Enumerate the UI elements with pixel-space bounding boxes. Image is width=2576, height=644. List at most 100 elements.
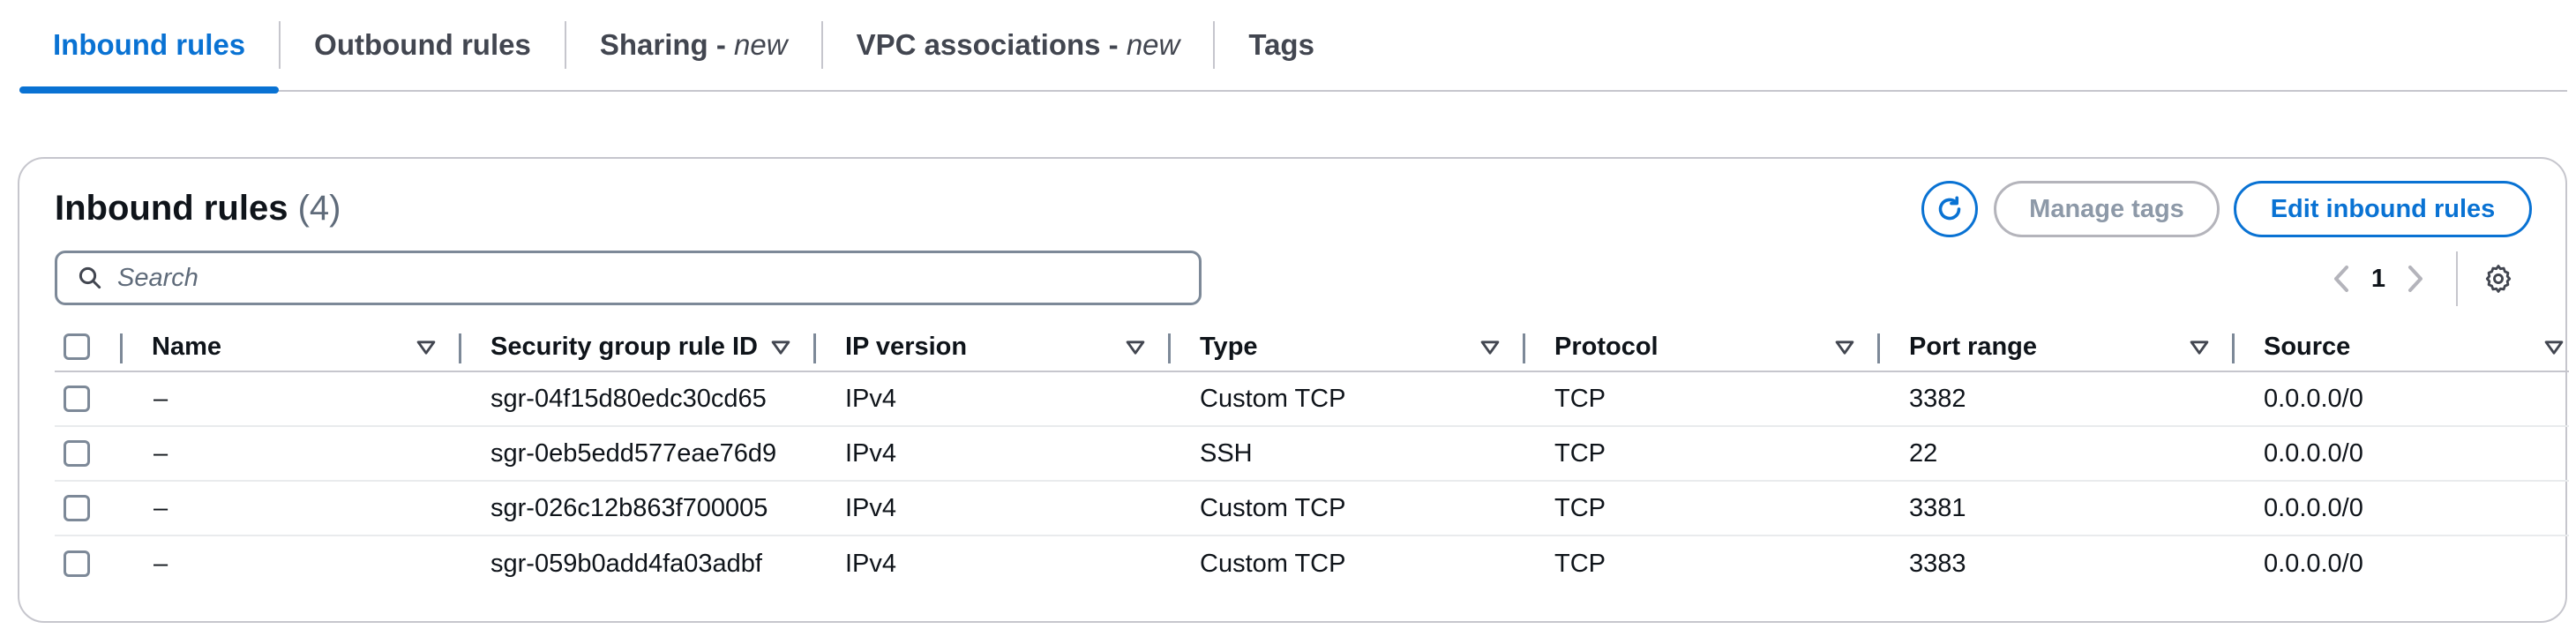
- table-header: Name Security group rule ID IP version T…: [55, 323, 2569, 372]
- table-row[interactable]: – sgr-0eb5edd577eae76d9 IPv4 SSH TCP 22 …: [55, 427, 2569, 482]
- search-box: [55, 251, 1202, 305]
- cell-type: SSH: [1200, 438, 1253, 468]
- cell-name: –: [154, 549, 168, 578]
- row-select-cell: [64, 372, 90, 425]
- column-header-label: Type: [1200, 332, 1258, 361]
- cell-ip-version: IPv4: [845, 438, 897, 468]
- column-header-label: Name: [152, 332, 221, 361]
- next-page-icon[interactable]: [2396, 254, 2435, 303]
- cell-rule-id: sgr-026c12b863f700005: [490, 493, 768, 522]
- tab-label: Outbound rules: [314, 28, 531, 61]
- panel-title-text: Inbound rules: [55, 189, 288, 228]
- caret-down-icon[interactable]: [1480, 323, 1500, 372]
- current-page[interactable]: 1: [2361, 265, 2396, 294]
- search-icon: [77, 265, 103, 291]
- cell-rule-id: sgr-0eb5edd577eae76d9: [490, 438, 777, 468]
- cell-source: 0.0.0.0/0: [2264, 438, 2363, 468]
- gear-icon[interactable]: [2479, 254, 2518, 303]
- column-header-label: IP version: [845, 332, 968, 361]
- cell-port-range: 3381: [1909, 493, 1966, 522]
- previous-page-icon[interactable]: [2322, 254, 2361, 303]
- cell-source: 0.0.0.0/0: [2264, 549, 2363, 578]
- tab-tags[interactable]: Tags: [1215, 0, 1348, 91]
- inbound-rules-panel: Inbound rules (4) Manage tags Edit inbou…: [18, 157, 2569, 623]
- caret-down-icon[interactable]: [2544, 323, 2564, 372]
- tab-outbound-rules[interactable]: Outbound rules: [281, 0, 565, 91]
- pager-divider: [2456, 251, 2458, 306]
- cell-name: –: [154, 438, 168, 468]
- caret-down-icon[interactable]: [1835, 323, 1854, 372]
- tab-label: Inbound rules: [53, 28, 246, 61]
- caret-down-icon[interactable]: [1126, 323, 1145, 372]
- cell-protocol: TCP: [1554, 384, 1606, 413]
- tab-label: Tags: [1248, 28, 1314, 61]
- refresh-icon: [1938, 196, 1961, 221]
- column-header-name[interactable]: Name: [152, 323, 221, 371]
- column-divider[interactable]: [2232, 333, 2235, 363]
- cell-protocol: TCP: [1554, 438, 1606, 468]
- cell-protocol: TCP: [1554, 493, 1606, 522]
- table-row[interactable]: – sgr-04f15d80edc30cd65 IPv4 Custom TCP …: [55, 372, 2569, 427]
- caret-down-icon[interactable]: [771, 323, 790, 372]
- cell-port-range: 22: [1909, 438, 1938, 468]
- cell-type: Custom TCP: [1200, 493, 1346, 522]
- tab-vpc-associations[interactable]: VPC associations - new: [823, 0, 1214, 91]
- column-header-label: Protocol: [1554, 332, 1659, 361]
- cell-rule-id: sgr-04f15d80edc30cd65: [490, 384, 767, 413]
- edit-inbound-rules-button[interactable]: Edit inbound rules: [2234, 181, 2532, 237]
- column-divider: [120, 333, 123, 363]
- row-checkbox[interactable]: [64, 386, 90, 412]
- column-divider[interactable]: [1523, 333, 1525, 363]
- column-divider[interactable]: [459, 333, 461, 363]
- column-header-type[interactable]: Type: [1200, 323, 1258, 371]
- column-header-rule-id[interactable]: Security group rule ID: [490, 323, 758, 371]
- row-checkbox[interactable]: [64, 550, 90, 577]
- cell-rule-id: sgr-059b0add4fa03adbf: [490, 549, 762, 578]
- table-row[interactable]: – sgr-026c12b863f700005 IPv4 Custom TCP …: [55, 482, 2569, 536]
- manage-tags-button[interactable]: Manage tags: [1994, 181, 2220, 237]
- column-header-protocol[interactable]: Protocol: [1554, 323, 1659, 371]
- column-divider[interactable]: [1168, 333, 1171, 363]
- cell-ip-version: IPv4: [845, 549, 897, 578]
- row-select-cell: [64, 536, 90, 591]
- caret-down-icon[interactable]: [416, 323, 436, 372]
- row-select-cell: [64, 427, 90, 480]
- column-header-label: Security group rule ID: [490, 332, 758, 361]
- cell-ip-version: IPv4: [845, 384, 897, 413]
- cell-ip-version: IPv4: [845, 493, 897, 522]
- cell-source: 0.0.0.0/0: [2264, 384, 2363, 413]
- cell-protocol: TCP: [1554, 549, 1606, 578]
- row-checkbox[interactable]: [64, 440, 90, 467]
- row-select-cell: [64, 482, 90, 535]
- cell-source: 0.0.0.0/0: [2264, 493, 2363, 522]
- column-header-label: Port range: [1909, 332, 2038, 361]
- select-all-cell: [64, 323, 90, 371]
- row-checkbox[interactable]: [64, 495, 90, 521]
- tab-bar: Inbound rules Outbound rules Sharing - n…: [19, 0, 2567, 94]
- tab-new-label: new: [1126, 28, 1180, 61]
- pagination: 1: [2322, 251, 2518, 306]
- refresh-button[interactable]: [1921, 181, 1978, 237]
- tab-inbound-rules[interactable]: Inbound rules: [19, 0, 280, 94]
- column-divider[interactable]: [813, 333, 816, 363]
- manage-tags-label: Manage tags: [2029, 194, 2184, 223]
- select-all-checkbox[interactable]: [64, 333, 90, 360]
- rule-count: (4): [297, 189, 341, 228]
- column-header-source[interactable]: Source: [2264, 323, 2350, 371]
- caret-down-icon[interactable]: [2190, 323, 2209, 372]
- cell-type: Custom TCP: [1200, 549, 1346, 578]
- rules-table: Name Security group rule ID IP version T…: [55, 323, 2569, 591]
- tab-new-label: new: [734, 28, 788, 61]
- cell-name: –: [154, 493, 168, 522]
- edit-inbound-rules-label: Edit inbound rules: [2270, 194, 2496, 223]
- column-divider[interactable]: [1877, 333, 1880, 363]
- column-header-port-range[interactable]: Port range: [1909, 323, 2037, 371]
- tab-label: Sharing -: [599, 28, 735, 61]
- table-row[interactable]: – sgr-059b0add4fa03adbf IPv4 Custom TCP …: [55, 536, 2569, 591]
- column-header-ip-version[interactable]: IP version: [845, 323, 967, 371]
- tab-sharing[interactable]: Sharing - new: [566, 0, 821, 91]
- cell-type: Custom TCP: [1200, 384, 1346, 413]
- cell-port-range: 3383: [1909, 549, 1966, 578]
- search-input[interactable]: [117, 263, 1176, 293]
- cell-name: –: [154, 384, 168, 413]
